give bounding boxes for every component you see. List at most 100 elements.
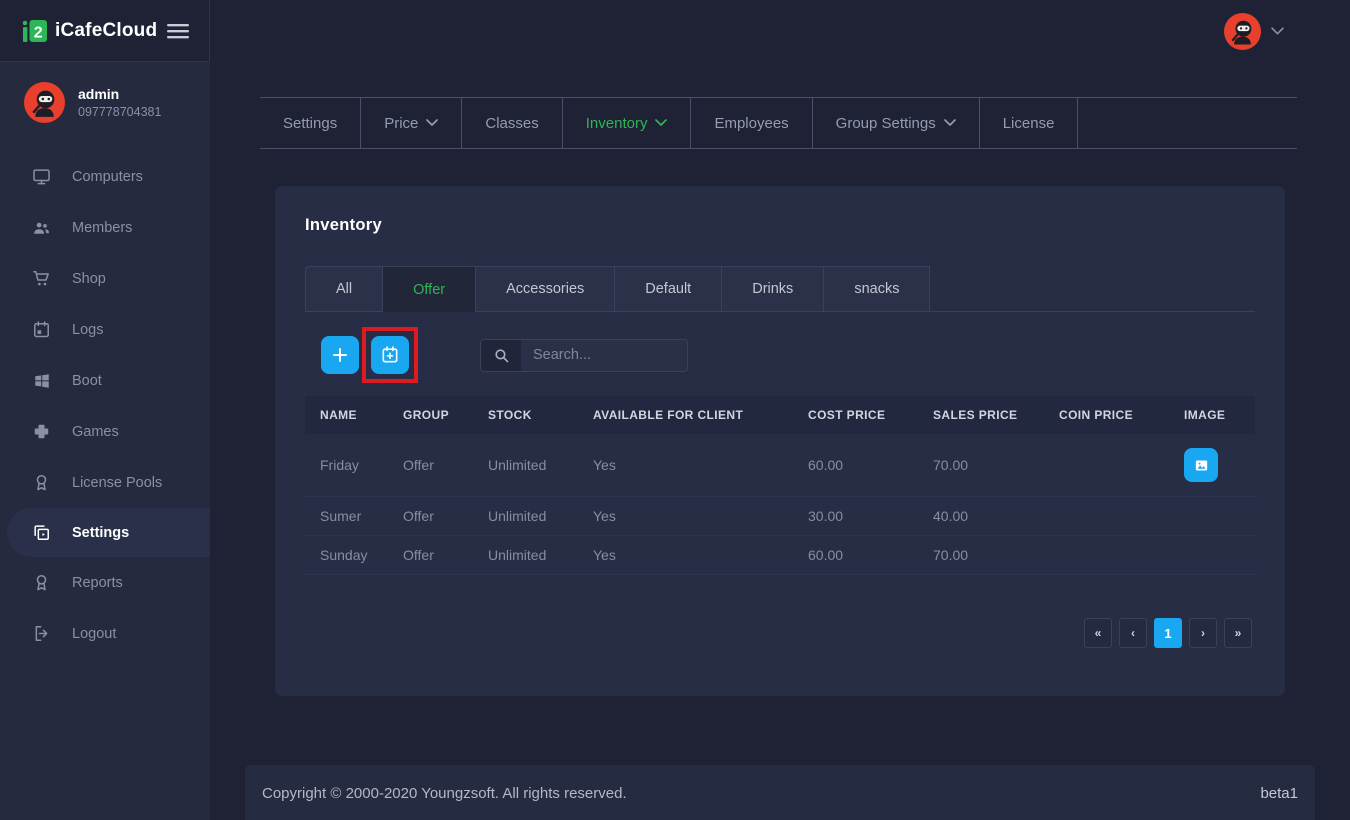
inventory-table: NAMEGROUPSTOCKAVAILABLE FOR CLIENTCOST P… (305, 396, 1255, 575)
cell-name: Friday (305, 457, 388, 473)
sidebar-item-settings[interactable]: Settings (7, 508, 210, 557)
profile-name: admin (78, 86, 161, 102)
user-menu[interactable] (1224, 13, 1284, 50)
cell-stock: Unlimited (473, 457, 578, 473)
cell-cost: 30.00 (793, 508, 918, 524)
inventory-tab-default[interactable]: Default (614, 266, 722, 311)
sidebar-item-label: License Pools (72, 475, 162, 491)
icafecloud-logo-icon: 2 (22, 18, 48, 44)
sidebar-item-label: Logs (72, 322, 103, 338)
nav-tab-label: License (1003, 115, 1055, 132)
inventory-tab-drinks[interactable]: Drinks (721, 266, 824, 311)
topbar-right (210, 0, 1350, 62)
cell-group: Offer (388, 457, 473, 473)
table-header-row: NAMEGROUPSTOCKAVAILABLE FOR CLIENTCOST P… (305, 396, 1255, 434)
icafecloud-app: 2 iCafeCloud (0, 0, 1350, 820)
search-input[interactable] (521, 340, 687, 371)
cell-image (1169, 448, 1255, 482)
column-header: COST PRICE (793, 408, 918, 422)
cell-cost: 60.00 (793, 547, 918, 563)
search-icon (481, 340, 521, 371)
nav-tab-label: Settings (283, 115, 337, 132)
members-icon (32, 218, 51, 237)
cart-icon (32, 269, 51, 288)
inventory-tab-accessories[interactable]: Accessories (475, 266, 615, 311)
chevron-down-icon (944, 119, 956, 127)
icafecloud-logo[interactable]: 2 iCafeCloud (22, 18, 157, 44)
brand-text: iCafeCloud (55, 20, 157, 42)
nav-tab-license[interactable]: License (980, 98, 1079, 148)
gamepad-icon (32, 422, 51, 441)
nav-tab-price[interactable]: Price (361, 98, 462, 148)
sidebar-item-license-pools[interactable]: License Pools (0, 457, 210, 508)
monitor-icon (32, 167, 51, 186)
inventory-tab-snacks[interactable]: snacks (823, 266, 930, 311)
cell-available: Yes (578, 547, 793, 563)
profile-avatar (24, 82, 65, 123)
sidebar-item-label: Settings (72, 525, 129, 541)
table-body: FridayOfferUnlimitedYes60.0070.00SumerOf… (305, 434, 1255, 575)
version-label: beta1 (1260, 785, 1298, 802)
cell-stock: Unlimited (473, 508, 578, 524)
nav-tab-label: Price (384, 115, 418, 132)
sidebar-item-logout[interactable]: Logout (0, 608, 210, 659)
nav-tab-label: Inventory (586, 115, 648, 132)
cell-available: Yes (578, 457, 793, 473)
sidebar-menu: Computers MembersShop Logs Boot Games License… (0, 151, 210, 659)
column-header: SALES PRICE (918, 408, 1044, 422)
sidebar-item-label: Logout (72, 626, 116, 642)
column-header: NAME (305, 408, 388, 422)
sidebar-item-shop[interactable]: Shop (0, 253, 210, 304)
badge-icon (32, 573, 51, 592)
image-button[interactable] (1184, 448, 1218, 482)
sidebar-item-label: Games (72, 424, 119, 440)
next-page-button[interactable]: › (1189, 618, 1217, 648)
nav-tab-group-settings[interactable]: Group Settings (813, 98, 980, 148)
nav-tab-settings[interactable]: Settings (260, 98, 361, 148)
sidebar-item-logs[interactable]: Logs (0, 304, 210, 355)
cell-group: Offer (388, 508, 473, 524)
sidebar-item-label: Computers (72, 169, 143, 185)
topbar: 2 iCafeCloud (0, 0, 1350, 62)
brand-area: 2 iCafeCloud (0, 0, 210, 62)
svg-text:2: 2 (34, 24, 43, 41)
import-items-button[interactable] (371, 336, 409, 374)
cell-group: Offer (388, 547, 473, 563)
page-1-button[interactable]: 1 (1154, 618, 1182, 648)
card-title: Inventory (305, 216, 1255, 235)
sidebar-item-boot[interactable]: Boot (0, 355, 210, 406)
prev-page-button[interactable]: ‹ (1119, 618, 1147, 648)
profile-block: admin 097778704381 (0, 62, 210, 135)
sidebar-item-computers[interactable]: Computers (0, 151, 210, 202)
calendar-icon (32, 320, 51, 339)
plus-icon (331, 346, 349, 364)
inventory-toolbar (305, 327, 1255, 383)
inventory-tab-offer[interactable]: Offer (382, 266, 476, 312)
first-page-button[interactable]: « (1084, 618, 1112, 648)
hamburger-icon[interactable] (167, 23, 189, 39)
image-icon (1193, 457, 1210, 474)
column-header: AVAILABLE FOR CLIENT (578, 408, 793, 422)
sidebar-item-label: Boot (72, 373, 102, 389)
cell-name: Sunday (305, 547, 388, 563)
chevron-down-icon (426, 119, 438, 127)
cell-cost: 60.00 (793, 457, 918, 473)
sidebar-item-reports[interactable]: Reports (0, 557, 210, 608)
footer: Copyright © 2000-2020 Youngzsoft. All ri… (245, 765, 1315, 820)
annotation-highlight-box (362, 327, 418, 383)
settings-nav: Settings Price Classes Inventory EmployeesGr… (260, 97, 1297, 149)
chevron-down-icon (655, 119, 667, 127)
nav-tab-classes[interactable]: Classes (462, 98, 562, 148)
add-item-button[interactable] (321, 336, 359, 374)
nav-tab-employees[interactable]: Employees (691, 98, 812, 148)
pagination: «‹1›» (1084, 618, 1252, 648)
nav-tab-label: Classes (485, 115, 538, 132)
sidebar-item-games[interactable]: Games (0, 406, 210, 457)
sidebar-item-members[interactable]: Members (0, 202, 210, 253)
badge-icon (32, 473, 51, 492)
column-header: GROUP (388, 408, 473, 422)
nav-tab-inventory[interactable]: Inventory (563, 98, 692, 148)
last-page-button[interactable]: » (1224, 618, 1252, 648)
inventory-tab-all[interactable]: All (305, 266, 383, 311)
logout-icon (32, 624, 51, 643)
